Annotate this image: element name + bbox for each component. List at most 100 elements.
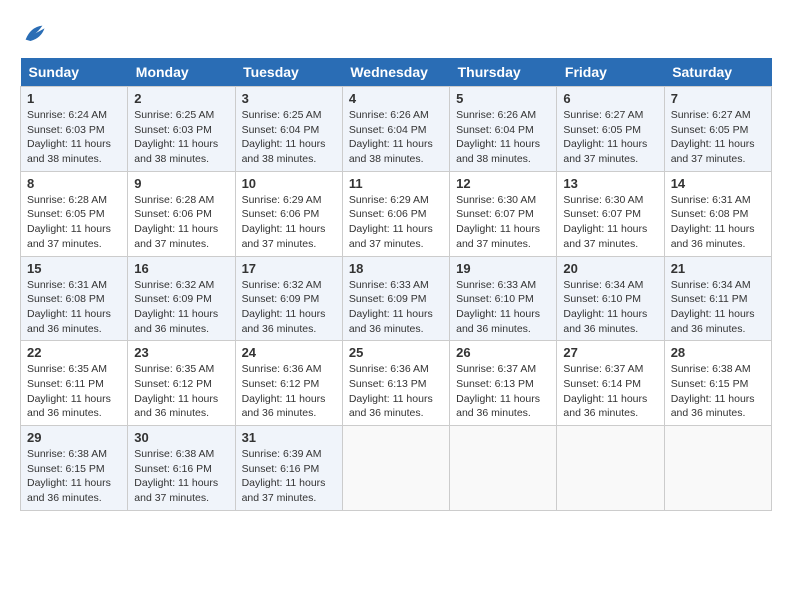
day-of-week-header: Saturday [664, 58, 771, 87]
day-number: 11 [349, 176, 443, 191]
page-header [20, 20, 772, 48]
calendar-week-row: 1 Sunrise: 6:24 AMSunset: 6:03 PMDayligh… [21, 87, 772, 172]
day-number: 13 [563, 176, 657, 191]
day-number: 4 [349, 91, 443, 106]
calendar-table: SundayMondayTuesdayWednesdayThursdayFrid… [20, 58, 772, 511]
day-info: Sunrise: 6:25 AMSunset: 6:04 PMDaylight:… [242, 108, 336, 167]
day-info: Sunrise: 6:35 AMSunset: 6:12 PMDaylight:… [134, 362, 228, 421]
calendar-day-cell: 11 Sunrise: 6:29 AMSunset: 6:06 PMDaylig… [342, 171, 449, 256]
calendar-day-cell: 23 Sunrise: 6:35 AMSunset: 6:12 PMDaylig… [128, 341, 235, 426]
day-of-week-header: Friday [557, 58, 664, 87]
day-info: Sunrise: 6:26 AMSunset: 6:04 PMDaylight:… [456, 108, 550, 167]
calendar-header-row: SundayMondayTuesdayWednesdayThursdayFrid… [21, 58, 772, 87]
calendar-day-cell: 22 Sunrise: 6:35 AMSunset: 6:11 PMDaylig… [21, 341, 128, 426]
day-info: Sunrise: 6:39 AMSunset: 6:16 PMDaylight:… [242, 447, 336, 506]
day-number: 19 [456, 261, 550, 276]
day-info: Sunrise: 6:31 AMSunset: 6:08 PMDaylight:… [671, 193, 765, 252]
day-number: 28 [671, 345, 765, 360]
day-info: Sunrise: 6:32 AMSunset: 6:09 PMDaylight:… [242, 278, 336, 337]
calendar-week-row: 29 Sunrise: 6:38 AMSunset: 6:15 PMDaylig… [21, 426, 772, 511]
day-info: Sunrise: 6:25 AMSunset: 6:03 PMDaylight:… [134, 108, 228, 167]
day-number: 25 [349, 345, 443, 360]
day-info: Sunrise: 6:33 AMSunset: 6:10 PMDaylight:… [456, 278, 550, 337]
day-info: Sunrise: 6:33 AMSunset: 6:09 PMDaylight:… [349, 278, 443, 337]
day-number: 27 [563, 345, 657, 360]
day-info: Sunrise: 6:38 AMSunset: 6:15 PMDaylight:… [27, 447, 121, 506]
day-of-week-header: Sunday [21, 58, 128, 87]
day-number: 31 [242, 430, 336, 445]
day-info: Sunrise: 6:24 AMSunset: 6:03 PMDaylight:… [27, 108, 121, 167]
calendar-day-cell: 16 Sunrise: 6:32 AMSunset: 6:09 PMDaylig… [128, 256, 235, 341]
day-info: Sunrise: 6:28 AMSunset: 6:06 PMDaylight:… [134, 193, 228, 252]
day-number: 17 [242, 261, 336, 276]
day-info: Sunrise: 6:34 AMSunset: 6:11 PMDaylight:… [671, 278, 765, 337]
calendar-day-cell: 31 Sunrise: 6:39 AMSunset: 6:16 PMDaylig… [235, 426, 342, 511]
calendar-day-cell: 4 Sunrise: 6:26 AMSunset: 6:04 PMDayligh… [342, 87, 449, 172]
day-info: Sunrise: 6:34 AMSunset: 6:10 PMDaylight:… [563, 278, 657, 337]
day-number: 29 [27, 430, 121, 445]
day-number: 16 [134, 261, 228, 276]
calendar-day-cell: 27 Sunrise: 6:37 AMSunset: 6:14 PMDaylig… [557, 341, 664, 426]
day-number: 5 [456, 91, 550, 106]
day-number: 1 [27, 91, 121, 106]
calendar-week-row: 8 Sunrise: 6:28 AMSunset: 6:05 PMDayligh… [21, 171, 772, 256]
calendar-day-cell: 7 Sunrise: 6:27 AMSunset: 6:05 PMDayligh… [664, 87, 771, 172]
calendar-day-cell: 19 Sunrise: 6:33 AMSunset: 6:10 PMDaylig… [450, 256, 557, 341]
calendar-day-cell: 6 Sunrise: 6:27 AMSunset: 6:05 PMDayligh… [557, 87, 664, 172]
day-info: Sunrise: 6:32 AMSunset: 6:09 PMDaylight:… [134, 278, 228, 337]
day-info: Sunrise: 6:36 AMSunset: 6:13 PMDaylight:… [349, 362, 443, 421]
calendar-day-cell: 9 Sunrise: 6:28 AMSunset: 6:06 PMDayligh… [128, 171, 235, 256]
day-info: Sunrise: 6:28 AMSunset: 6:05 PMDaylight:… [27, 193, 121, 252]
calendar-day-cell: 24 Sunrise: 6:36 AMSunset: 6:12 PMDaylig… [235, 341, 342, 426]
day-info: Sunrise: 6:26 AMSunset: 6:04 PMDaylight:… [349, 108, 443, 167]
day-of-week-header: Wednesday [342, 58, 449, 87]
day-info: Sunrise: 6:38 AMSunset: 6:15 PMDaylight:… [671, 362, 765, 421]
calendar-day-cell: 2 Sunrise: 6:25 AMSunset: 6:03 PMDayligh… [128, 87, 235, 172]
day-number: 26 [456, 345, 550, 360]
day-number: 2 [134, 91, 228, 106]
day-number: 12 [456, 176, 550, 191]
calendar-day-cell: 28 Sunrise: 6:38 AMSunset: 6:15 PMDaylig… [664, 341, 771, 426]
day-number: 6 [563, 91, 657, 106]
calendar-day-cell: 17 Sunrise: 6:32 AMSunset: 6:09 PMDaylig… [235, 256, 342, 341]
calendar-day-cell: 15 Sunrise: 6:31 AMSunset: 6:08 PMDaylig… [21, 256, 128, 341]
day-number: 3 [242, 91, 336, 106]
calendar-day-cell: 8 Sunrise: 6:28 AMSunset: 6:05 PMDayligh… [21, 171, 128, 256]
calendar-day-cell: 3 Sunrise: 6:25 AMSunset: 6:04 PMDayligh… [235, 87, 342, 172]
day-number: 14 [671, 176, 765, 191]
calendar-day-cell: 21 Sunrise: 6:34 AMSunset: 6:11 PMDaylig… [664, 256, 771, 341]
day-info: Sunrise: 6:31 AMSunset: 6:08 PMDaylight:… [27, 278, 121, 337]
day-of-week-header: Monday [128, 58, 235, 87]
day-number: 22 [27, 345, 121, 360]
calendar-day-cell [450, 426, 557, 511]
day-number: 7 [671, 91, 765, 106]
day-number: 15 [27, 261, 121, 276]
calendar-day-cell: 30 Sunrise: 6:38 AMSunset: 6:16 PMDaylig… [128, 426, 235, 511]
calendar-day-cell: 1 Sunrise: 6:24 AMSunset: 6:03 PMDayligh… [21, 87, 128, 172]
day-number: 10 [242, 176, 336, 191]
calendar-week-row: 22 Sunrise: 6:35 AMSunset: 6:11 PMDaylig… [21, 341, 772, 426]
day-number: 30 [134, 430, 228, 445]
calendar-week-row: 15 Sunrise: 6:31 AMSunset: 6:08 PMDaylig… [21, 256, 772, 341]
day-number: 9 [134, 176, 228, 191]
day-info: Sunrise: 6:35 AMSunset: 6:11 PMDaylight:… [27, 362, 121, 421]
calendar-day-cell: 10 Sunrise: 6:29 AMSunset: 6:06 PMDaylig… [235, 171, 342, 256]
day-info: Sunrise: 6:29 AMSunset: 6:06 PMDaylight:… [349, 193, 443, 252]
logo [20, 20, 52, 48]
calendar-day-cell [557, 426, 664, 511]
day-info: Sunrise: 6:37 AMSunset: 6:14 PMDaylight:… [563, 362, 657, 421]
calendar-day-cell: 29 Sunrise: 6:38 AMSunset: 6:15 PMDaylig… [21, 426, 128, 511]
calendar-day-cell: 13 Sunrise: 6:30 AMSunset: 6:07 PMDaylig… [557, 171, 664, 256]
day-info: Sunrise: 6:30 AMSunset: 6:07 PMDaylight:… [563, 193, 657, 252]
calendar-day-cell [342, 426, 449, 511]
calendar-day-cell: 14 Sunrise: 6:31 AMSunset: 6:08 PMDaylig… [664, 171, 771, 256]
day-number: 24 [242, 345, 336, 360]
calendar-day-cell: 18 Sunrise: 6:33 AMSunset: 6:09 PMDaylig… [342, 256, 449, 341]
calendar-day-cell: 20 Sunrise: 6:34 AMSunset: 6:10 PMDaylig… [557, 256, 664, 341]
day-number: 18 [349, 261, 443, 276]
calendar-day-cell: 26 Sunrise: 6:37 AMSunset: 6:13 PMDaylig… [450, 341, 557, 426]
day-info: Sunrise: 6:37 AMSunset: 6:13 PMDaylight:… [456, 362, 550, 421]
calendar-day-cell [664, 426, 771, 511]
day-of-week-header: Thursday [450, 58, 557, 87]
logo-bird-icon [20, 20, 48, 48]
